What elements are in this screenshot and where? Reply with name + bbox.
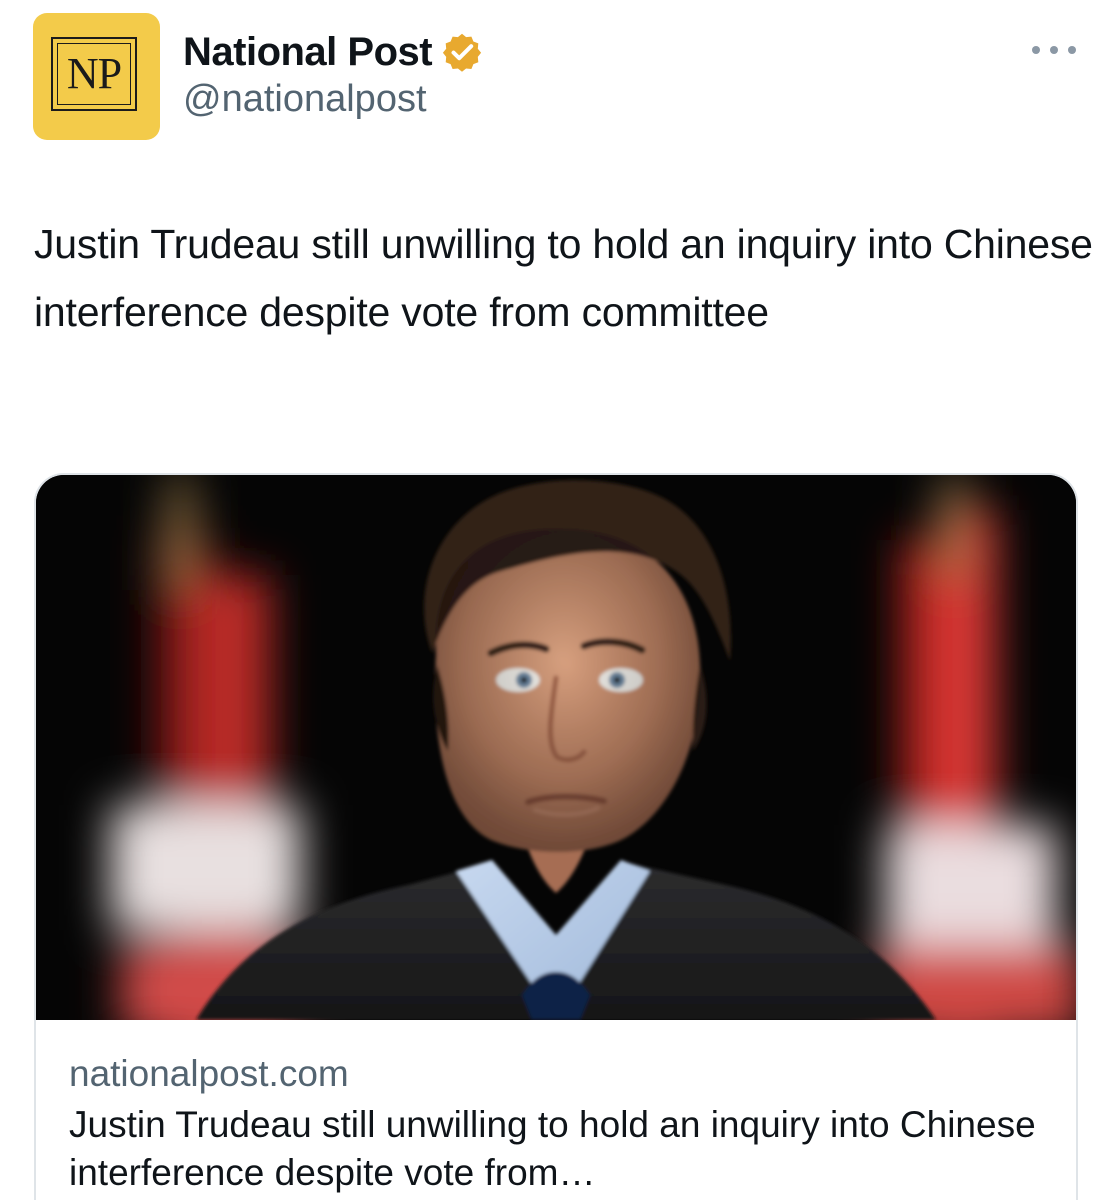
verified-badge-icon [442,33,482,72]
more-options-button[interactable] [1026,30,1082,70]
card-domain[interactable]: nationalpost.com [69,1053,349,1095]
display-name[interactable]: National Post [183,30,433,75]
display-name-row: National Post [183,25,482,79]
tweet-text: Justin Trudeau still unwilling to hold a… [34,221,1093,335]
avatar[interactable]: NP [33,13,160,140]
article-photo [36,475,1076,1020]
tweet-header: NP National Post @nationalpost [0,0,1112,150]
more-horizontal-icon [1032,46,1076,54]
link-card[interactable]: nationalpost.com Justin Trudeau still un… [34,473,1078,1200]
account-handle[interactable]: @nationalpost [183,78,427,121]
national-post-logo: NP [51,37,137,111]
card-image[interactable] [36,475,1076,1020]
card-title[interactable]: Justin Trudeau still unwilling to hold a… [69,1101,1059,1197]
